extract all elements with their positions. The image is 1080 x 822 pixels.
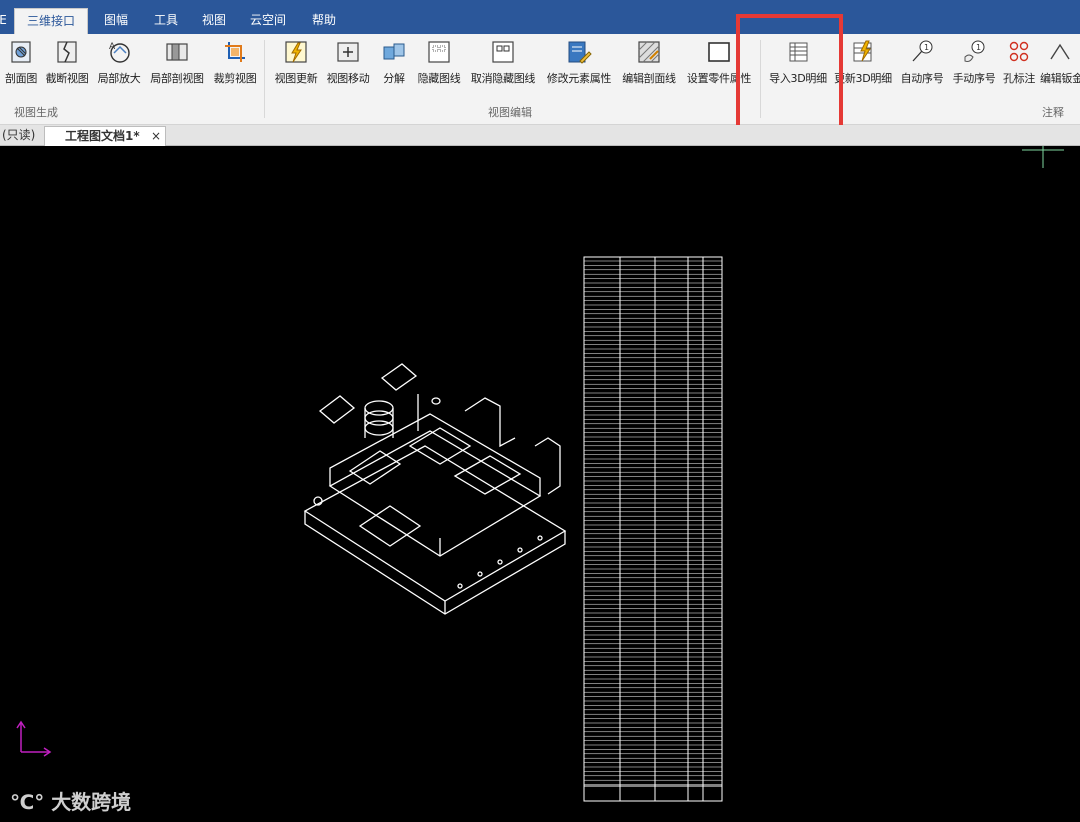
hole-callout-icon (1009, 41, 1029, 62)
bom-table (583, 256, 723, 802)
tab-title: 工程图文档1* (65, 129, 140, 143)
edit-properties-button[interactable]: 修改元素属性 (542, 39, 616, 91)
partial-section-icon (166, 43, 188, 61)
menu-item-sheet[interactable]: 图幅 (96, 8, 136, 34)
auto-balloon-button[interactable]: 1 自动序号 (896, 39, 948, 91)
menu-item-file[interactable]: E (0, 8, 8, 34)
auto-balloon-icon: 1 (912, 40, 933, 62)
part-properties-icon (708, 42, 730, 62)
menu-item-tools[interactable]: 工具 (146, 8, 186, 34)
bom-table-rows (584, 260, 722, 785)
section-view-button[interactable]: 剖面图 (2, 39, 40, 91)
svg-text:1: 1 (976, 43, 981, 52)
detail-view-button[interactable]: A 局部放大 (94, 39, 144, 91)
group-label-view-generate: 视图生成 (14, 106, 58, 119)
edit-hatch-button[interactable]: 编辑剖面线 (618, 39, 680, 91)
watermark: ℃° 大数跨境 (10, 786, 131, 815)
drawing-svg (16, 142, 1064, 802)
view-update-button[interactable]: 视图更新 (270, 39, 322, 91)
menu-bar: E 三维接口 图幅 工具 视图 云空间 帮助 (0, 0, 1080, 34)
view-move-button[interactable]: 视图移动 (322, 39, 374, 91)
break-view-icon (57, 41, 77, 63)
edit-sheetmetal-button[interactable]: 编辑钣金 (1040, 39, 1080, 91)
crosshair-cursor (1022, 142, 1064, 168)
explode-icon (383, 43, 405, 60)
ucs-axes-icon (16, 720, 52, 757)
edit-sheetmetal-icon (1050, 43, 1070, 60)
isometric-part-view (303, 363, 567, 615)
menu-item-cloud[interactable]: 云空间 (244, 8, 292, 34)
detail-view-icon: A (109, 42, 130, 63)
svg-text:1: 1 (924, 43, 929, 52)
unhide-lines-icon (492, 41, 514, 63)
highlight-box (736, 14, 843, 137)
explode-button[interactable]: 分解 (376, 39, 412, 91)
menu-item-view[interactable]: 视图 (194, 8, 234, 34)
drawing-canvas[interactable] (0, 142, 1080, 819)
update-3d-bom-icon (853, 40, 872, 62)
break-view-button[interactable]: 截断视图 (42, 39, 92, 91)
view-update-icon (285, 41, 307, 63)
unhide-lines-button[interactable]: 取消隐藏图线 (466, 39, 540, 91)
view-move-icon (337, 42, 359, 62)
group-label-annotation: 注释 (1042, 106, 1064, 119)
menu-item-3d-interface[interactable]: 三维接口 (14, 8, 88, 34)
hide-lines-button[interactable]: 隐藏图线 (412, 39, 466, 91)
menu-item-help[interactable]: 帮助 (304, 8, 344, 34)
manual-balloon-icon: 1 (964, 40, 985, 62)
section-view-icon (11, 41, 31, 63)
ribbon-separator (264, 40, 265, 118)
ribbon: 剖面图 截断视图 A 局部放大 局部剖视图 裁剪视图 视图生成 视图更新 视图移… (0, 34, 1080, 125)
watermark-text: 大数跨境 (51, 790, 132, 814)
tab-drawing-document[interactable]: 工程图文档1* × (44, 126, 166, 146)
document-tabstrip: (只读) 工程图文档1* × (0, 125, 1080, 146)
edit-hatch-icon (638, 41, 660, 63)
manual-balloon-button[interactable]: 1 手动序号 (948, 39, 1000, 91)
crop-view-button[interactable]: 裁剪视图 (210, 39, 260, 91)
edit-properties-icon (568, 41, 592, 64)
watermark-logo-icon: ℃° (10, 790, 45, 814)
svg-text:A: A (109, 42, 116, 52)
close-icon[interactable]: × (151, 127, 161, 146)
crop-view-icon (225, 42, 245, 62)
hole-callout-button[interactable]: 孔标注 (1000, 39, 1038, 91)
group-label-view-edit: 视图编辑 (488, 106, 532, 119)
partial-section-button[interactable]: 局部剖视图 (146, 39, 208, 91)
hide-lines-icon (428, 41, 450, 63)
tab-readonly[interactable]: (只读) (2, 126, 35, 145)
